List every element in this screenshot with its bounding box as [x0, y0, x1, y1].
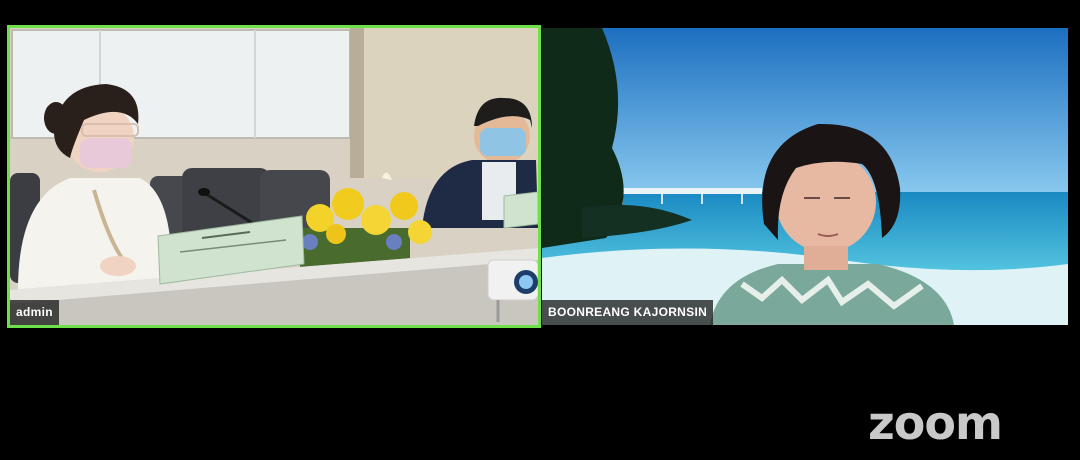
video-feed-conference-room: [10, 28, 538, 325]
video-tile-boonreang-kajornsin[interactable]: BOONREANG KAJORNSIN: [542, 28, 1068, 325]
participant-name-tag: BOONREANG KAJORNSIN: [542, 300, 714, 325]
participant-name-tag: admin: [10, 300, 59, 325]
zoom-logo: zoom: [868, 396, 1003, 450]
meeting-window: admin BOONREANG KAJORNSIN zoom: [0, 0, 1080, 460]
video-feed-beach-background: [542, 28, 1068, 325]
video-tile-admin[interactable]: admin: [7, 25, 541, 328]
